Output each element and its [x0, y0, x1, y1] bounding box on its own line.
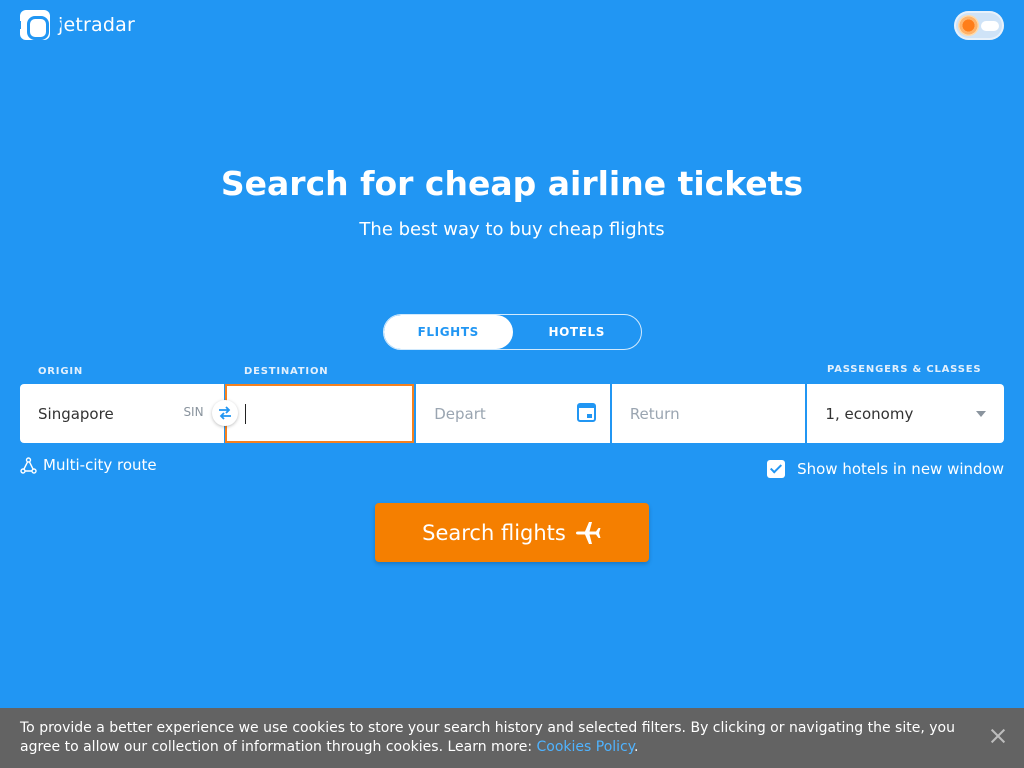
brand-name: jetradar: [58, 14, 135, 36]
depart-date-field[interactable]: Depart: [416, 384, 610, 443]
sun-icon: [958, 15, 979, 36]
text-caret: [244, 403, 246, 424]
multi-city-link[interactable]: Multi-city route: [20, 456, 157, 474]
search-type-tabs: FLIGHTS HOTELS: [383, 314, 642, 350]
swap-arrows-icon: [219, 406, 231, 420]
return-placeholder: Return: [629, 404, 680, 423]
theme-toggle[interactable]: [954, 11, 1004, 40]
passengers-value: 1, economy: [825, 404, 914, 423]
page-title: Search for cheap airline tickets: [220, 164, 804, 203]
flight-search-form: Singapore SIN Depart Return 1, economy: [20, 384, 1005, 443]
route-icon: [20, 456, 37, 474]
logo-icon: [17, 10, 61, 40]
chevron-down-icon: [976, 411, 987, 417]
tab-hotels[interactable]: HOTELS: [513, 315, 642, 349]
cookie-text: To provide a better experience we use co…: [20, 720, 955, 755]
depart-placeholder: Depart: [434, 404, 486, 423]
page-subtitle: The best way to buy cheap flights: [359, 219, 665, 240]
calendar-icon[interactable]: [576, 403, 596, 422]
checkbox-icon[interactable]: [767, 460, 786, 478]
search-button-label: Search flights: [422, 520, 566, 545]
passengers-label: PASSENGERS & CLASSES: [827, 364, 982, 375]
origin-code: SIN: [183, 405, 204, 419]
destination-field[interactable]: [224, 384, 415, 443]
destination-label: DESTINATION: [244, 366, 329, 377]
cookie-banner: To provide a better experience we use co…: [0, 708, 1024, 768]
origin-field[interactable]: Singapore SIN: [20, 384, 238, 443]
logo[interactable]: jetradar: [17, 10, 135, 40]
airplane-icon: [575, 521, 601, 544]
return-date-field[interactable]: Return: [611, 384, 806, 443]
show-hotels-option[interactable]: Show hotels in new window: [767, 460, 1004, 478]
cloud-icon: [981, 21, 999, 31]
origin-label: ORIGIN: [38, 366, 84, 377]
cookies-policy-link[interactable]: Cookies Policy: [536, 739, 634, 755]
search-flights-button[interactable]: Search flights: [375, 503, 649, 562]
cookie-suffix: .: [634, 739, 639, 755]
show-hotels-label: Show hotels in new window: [797, 460, 1004, 478]
passengers-select[interactable]: 1, economy: [807, 384, 1005, 443]
origin-value: Singapore: [38, 404, 114, 423]
tab-flights[interactable]: FLIGHTS: [384, 315, 513, 349]
multi-city-label: Multi-city route: [43, 456, 157, 474]
close-icon[interactable]: [988, 726, 1008, 746]
swap-icon[interactable]: [212, 400, 238, 426]
